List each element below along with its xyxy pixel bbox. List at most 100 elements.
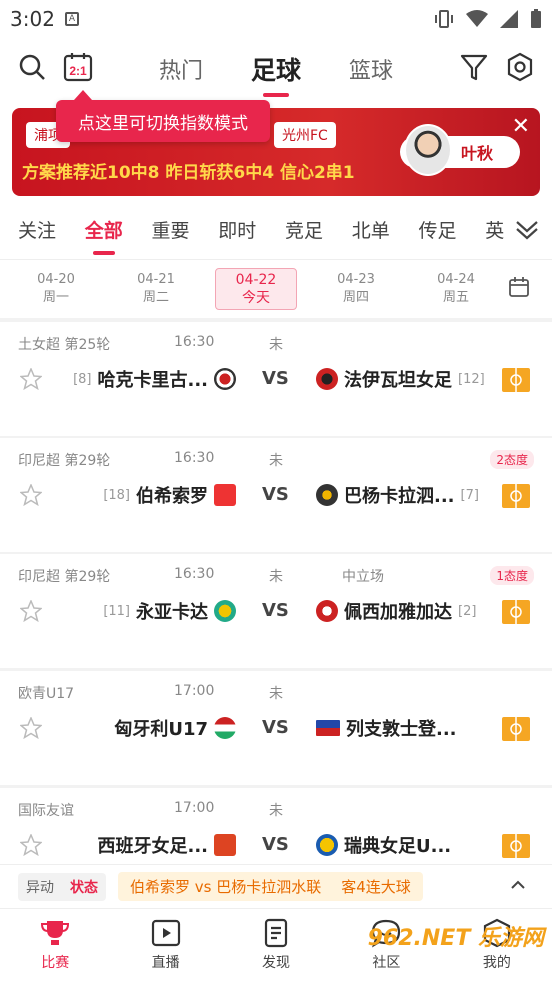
- match-time: 17:00: [174, 683, 215, 699]
- field-icon[interactable]: [502, 600, 530, 624]
- tab-beidan[interactable]: 北单: [352, 216, 419, 243]
- field-icon[interactable]: [502, 834, 530, 858]
- clock: 3:02: [10, 7, 55, 31]
- match-time: 16:30: [174, 450, 215, 466]
- play-icon: [151, 919, 180, 947]
- star-icon[interactable]: [20, 834, 42, 856]
- home-crest-icon: [214, 368, 236, 390]
- banner-promo-text: 方案推荐近10中8 昨日斩获6中4 信心2串1: [22, 163, 355, 183]
- news-ticker: 异动 状态 伯希索罗 vs 巴杨卡拉泗水联 客4连大球: [0, 864, 552, 908]
- ticker-match: 伯希索罗 vs 巴杨卡拉泗水联: [130, 878, 322, 896]
- tab-chuanzu[interactable]: 传足: [419, 216, 486, 243]
- calendar-icon[interactable]: [508, 276, 530, 302]
- filter-icon[interactable]: [458, 51, 490, 83]
- banner-team-right: 光州FC: [274, 122, 336, 148]
- app-screen: 3:02 A 2:1 热门 足球 篮球 浦项 光州FC 方案推荐近10中8 昨日…: [0, 0, 552, 981]
- field-icon[interactable]: [502, 484, 530, 508]
- match-league: 印尼超 第29轮: [18, 569, 111, 585]
- match-card[interactable]: 印尼超 第29轮 16:30 未 2态度 [18] 伯希索罗 VS 巴杨卡拉泗..…: [0, 438, 552, 552]
- vibrate-icon: [435, 10, 453, 28]
- match-card[interactable]: 欧青U17 17:00 未 匈牙利U17 VS 列支敦士登...: [0, 671, 552, 785]
- nav-matches[interactable]: 比赛: [0, 909, 110, 981]
- date-item-today[interactable]: 04-22 今天: [215, 268, 297, 310]
- match-status: 未: [269, 453, 283, 469]
- star-icon[interactable]: [20, 484, 42, 506]
- date-item[interactable]: 04-24 周五: [406, 271, 506, 307]
- date-item[interactable]: 04-23 周四: [306, 271, 406, 307]
- away-team: 佩西加雅加达 [2]: [316, 598, 476, 624]
- close-icon[interactable]: ✕: [512, 114, 530, 139]
- field-icon[interactable]: [502, 368, 530, 392]
- chevron-up-icon[interactable]: [508, 875, 528, 895]
- tab-jingzu[interactable]: 竞足: [285, 216, 352, 243]
- watermark-logo: 962.NET 乐游网: [367, 926, 544, 951]
- away-flag-icon: [316, 720, 340, 736]
- star-icon[interactable]: [20, 717, 42, 739]
- match-status: 未: [269, 686, 283, 702]
- index-mode-tooltip[interactable]: 点这里可切换指数模式: [56, 90, 270, 142]
- match-time: 17:00: [174, 800, 215, 816]
- expert-avatar: [404, 124, 452, 176]
- home-crest-icon: [214, 600, 236, 622]
- document-icon: [264, 918, 288, 948]
- star-icon[interactable]: [20, 368, 42, 390]
- vs-label: VS: [262, 484, 289, 505]
- home-crest-icon: [214, 484, 236, 506]
- date-item[interactable]: 04-21 周二: [106, 271, 206, 307]
- away-team: 列支敦士登...: [316, 715, 457, 741]
- match-time: 16:30: [174, 566, 215, 582]
- home-team: [18] 伯希索罗: [103, 482, 236, 508]
- settings-icon[interactable]: [504, 51, 536, 83]
- nav-discover[interactable]: 发现: [221, 909, 331, 981]
- notification-icon: A: [64, 12, 79, 26]
- away-team: 巴杨卡拉泗... [7]: [316, 482, 479, 508]
- away-crest-icon: [316, 368, 338, 390]
- chevron-down-icon[interactable]: [512, 214, 542, 244]
- match-venue: 中立场: [342, 569, 384, 585]
- tab-basketball[interactable]: 篮球: [349, 53, 393, 85]
- vs-label: VS: [262, 600, 289, 621]
- attitude-badge: 2态度: [490, 450, 534, 469]
- signal-icon: [500, 10, 518, 28]
- tab-hot[interactable]: 热门: [159, 53, 203, 85]
- ticker-tab-change[interactable]: 异动: [18, 873, 62, 901]
- match-league: 土女超 第25轮: [18, 337, 111, 353]
- wifi-icon: [466, 10, 488, 27]
- away-crest-icon: [316, 484, 338, 506]
- away-crest-icon: [316, 834, 338, 856]
- vs-label: VS: [262, 834, 289, 855]
- match-league: 国际友谊: [18, 803, 74, 819]
- star-icon[interactable]: [20, 600, 42, 622]
- home-crest-icon: [214, 717, 236, 739]
- date-selector: 04-20 周一 04-21 周二 04-22 今天 04-23 周四 04-24 周五: [0, 260, 552, 318]
- ticker-tab-status[interactable]: 状态: [62, 873, 106, 901]
- match-status: 未: [269, 337, 283, 353]
- home-team: [11] 永亚卡达: [103, 598, 236, 624]
- match-time: 16:30: [174, 334, 215, 350]
- ticker-toggle: 异动 状态: [18, 872, 106, 901]
- date-item[interactable]: 04-20 周一: [6, 271, 106, 307]
- match-card[interactable]: 国际友谊 17:00 未 西班牙女足... VS 瑞典女足U...: [0, 788, 552, 868]
- home-team: 匈牙利U17: [114, 715, 236, 741]
- ticker-info: 客4连大球: [341, 878, 411, 896]
- field-icon[interactable]: [502, 717, 530, 741]
- tab-football[interactable]: 足球: [251, 51, 301, 87]
- ticker-news[interactable]: 伯希索罗 vs 巴杨卡拉泗水联 客4连大球: [118, 872, 423, 901]
- tab-all[interactable]: 全部: [85, 216, 152, 255]
- battery-icon: [531, 9, 541, 28]
- vs-label: VS: [262, 717, 289, 738]
- tab-follow[interactable]: 关注: [18, 216, 85, 243]
- match-status: 未: [269, 569, 283, 585]
- tab-important[interactable]: 重要: [152, 216, 219, 243]
- home-crest-icon: [214, 834, 236, 856]
- match-card[interactable]: 土女超 第25轮 16:30 未 [8] 哈克卡里古... VS 法伊瓦坦女足 [1…: [0, 322, 552, 436]
- away-team: 法伊瓦坦女足 [12]: [316, 366, 485, 392]
- away-team: 瑞典女足U...: [316, 832, 451, 858]
- home-team: 西班牙女足...: [97, 832, 236, 858]
- match-league: 欧青U17: [18, 686, 75, 702]
- home-team: [8] 哈克卡里古...: [73, 366, 236, 392]
- tab-live[interactable]: 即时: [218, 216, 285, 243]
- nav-live[interactable]: 直播: [110, 909, 220, 981]
- match-card[interactable]: 印尼超 第29轮 16:30 未 中立场 1态度 [11] 永亚卡达 VS 佩西加…: [0, 554, 552, 668]
- away-crest-icon: [316, 600, 338, 622]
